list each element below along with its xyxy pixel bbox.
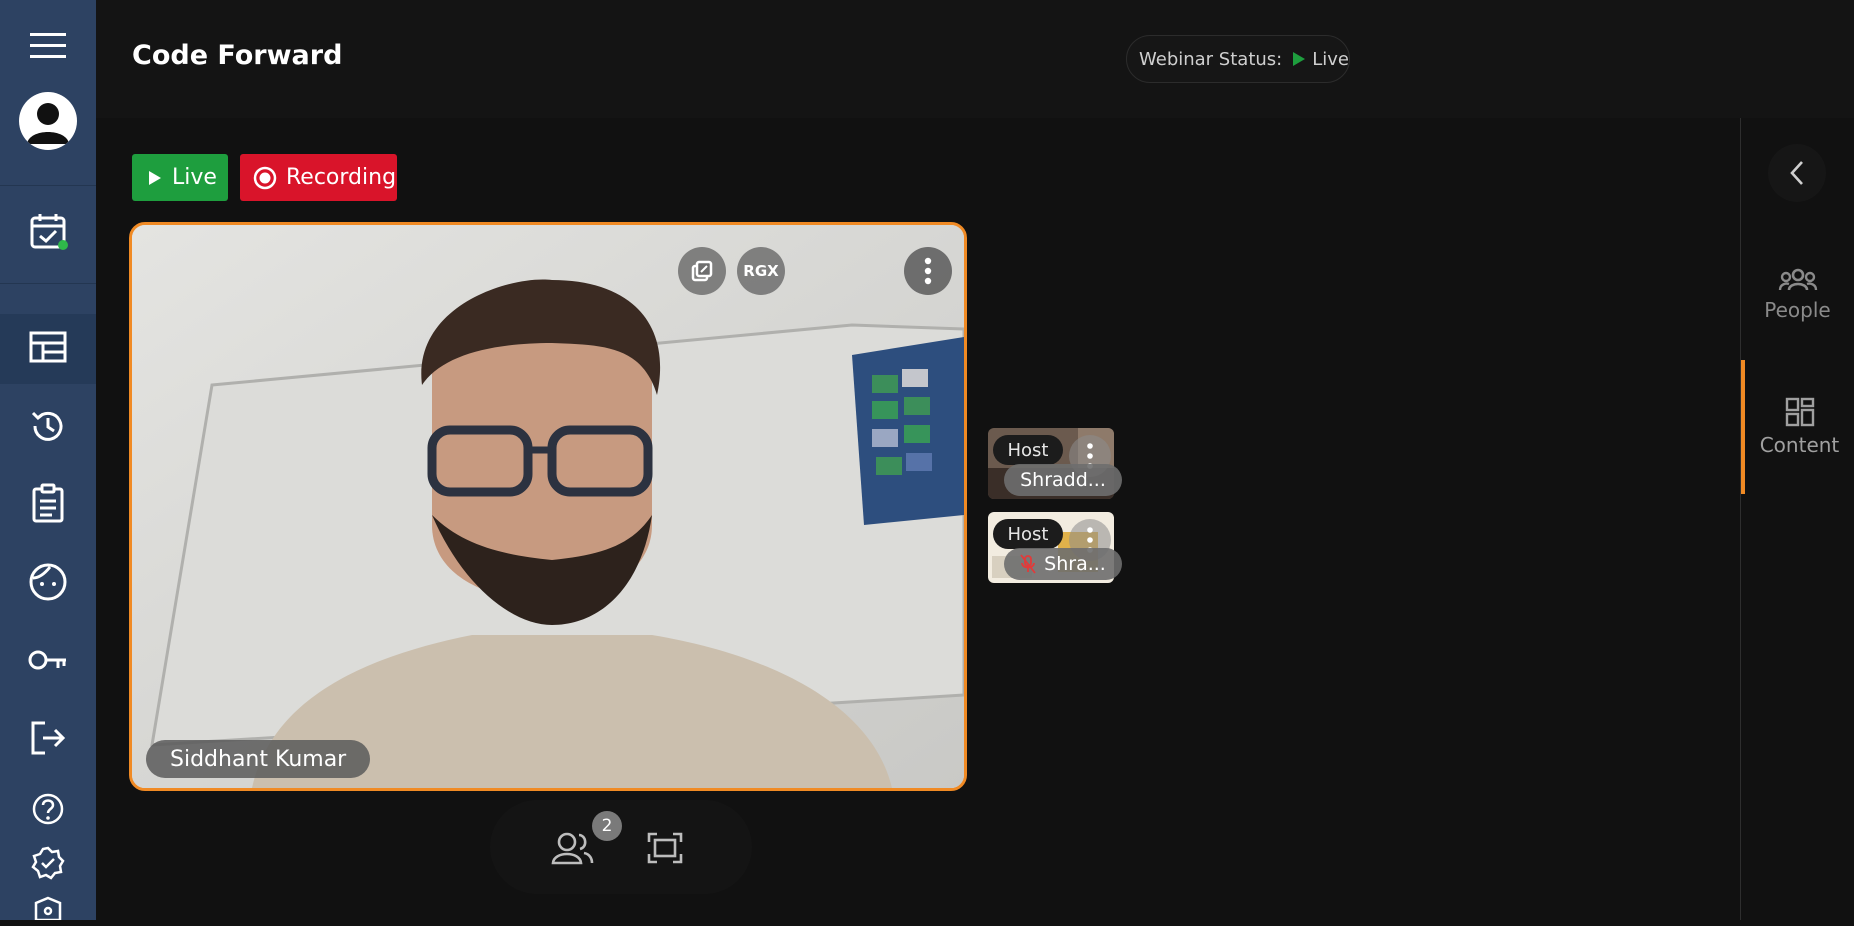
video-feed-image xyxy=(132,225,964,788)
sidebar-item-keys[interactable] xyxy=(0,625,96,699)
thumbnail-name-tag: Shra... xyxy=(1004,548,1122,580)
calendar-check-icon xyxy=(28,211,68,255)
live-badge-label: Live xyxy=(172,165,217,190)
collapse-panel-button[interactable] xyxy=(1768,144,1826,202)
record-icon xyxy=(253,166,277,190)
key-icon xyxy=(27,646,69,678)
people-icon xyxy=(1778,268,1818,292)
hamburger-menu-icon[interactable] xyxy=(28,30,68,62)
tab-people[interactable]: People xyxy=(1741,228,1854,362)
sidebar-item-verified[interactable] xyxy=(0,830,96,900)
fullscreen-button[interactable] xyxy=(635,822,695,874)
mic-muted-icon xyxy=(1020,554,1036,574)
rgx-button[interactable]: RGX xyxy=(737,247,785,295)
popout-button[interactable] xyxy=(678,247,726,295)
avatar[interactable] xyxy=(19,92,77,150)
play-icon xyxy=(1292,51,1306,67)
sidebar-item-logout[interactable] xyxy=(0,703,96,777)
thumbnail-name-label: Shra... xyxy=(1044,553,1106,575)
sidebar-item-dashboard[interactable] xyxy=(0,314,96,384)
logout-icon xyxy=(29,719,67,761)
participants-icon xyxy=(550,831,594,865)
badge-check-icon xyxy=(31,846,65,884)
rgx-button-label: RGX xyxy=(743,262,779,280)
more-vertical-icon xyxy=(924,257,932,285)
sidebar-item-schedule[interactable] xyxy=(0,196,96,270)
live-badge[interactable]: Live xyxy=(132,154,228,201)
host-tag: Host xyxy=(993,435,1063,465)
recording-badge[interactable]: Recording xyxy=(240,154,397,201)
top-header xyxy=(96,0,1854,118)
sidebar-header xyxy=(0,0,96,186)
tab-content[interactable]: Content xyxy=(1741,360,1854,494)
call-controls: 2 xyxy=(490,800,752,894)
play-icon xyxy=(148,170,162,186)
webinar-status-value: Live xyxy=(1312,48,1349,70)
help-icon xyxy=(32,793,64,829)
participant-count-badge: 2 xyxy=(592,811,622,841)
thumbnail-name-tag: Shradd... xyxy=(1004,464,1122,496)
history-icon xyxy=(29,407,67,449)
recording-badge-label: Recording xyxy=(286,165,397,190)
video-options-button[interactable] xyxy=(904,247,952,295)
sidebar-item-profile[interactable] xyxy=(0,547,96,621)
participant-name-tag: Siddhant Kumar xyxy=(146,740,371,778)
page-title: Code Forward xyxy=(132,40,343,71)
webinar-status: Webinar Status: Live xyxy=(1126,35,1350,83)
webinar-status-label: Webinar Status: xyxy=(1139,48,1283,70)
sidebar-item-security[interactable] xyxy=(0,896,96,926)
left-sidebar xyxy=(0,0,96,922)
popout-icon xyxy=(690,259,714,283)
host-tag: Host xyxy=(993,519,1063,549)
tab-people-label: People xyxy=(1764,298,1831,322)
sidebar-item-history[interactable] xyxy=(0,391,96,465)
grid-icon xyxy=(1785,397,1815,427)
face-icon xyxy=(28,562,68,606)
main-video-tile[interactable]: RGX Siddhant Kumar xyxy=(129,222,967,791)
clipboard-icon xyxy=(30,483,66,527)
tab-content-label: Content xyxy=(1759,433,1840,457)
fullscreen-icon xyxy=(647,832,683,864)
sidebar-item-reports[interactable] xyxy=(0,468,96,542)
chevron-left-icon xyxy=(1789,160,1805,186)
layout-icon xyxy=(29,331,67,367)
